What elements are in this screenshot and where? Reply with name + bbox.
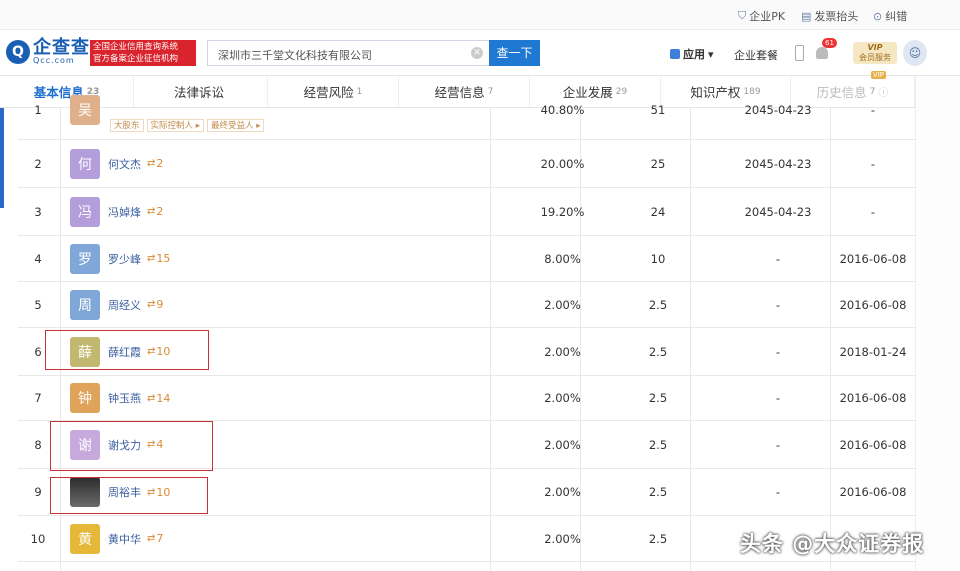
- search-button[interactable]: 查一下: [489, 40, 540, 66]
- shareholder-name[interactable]: 罗少峰: [108, 251, 141, 267]
- package-link[interactable]: 企业套餐: [734, 47, 778, 63]
- relation-icon: ⇄: [147, 158, 156, 169]
- shareholder-avatar[interactable]: 黄: [70, 523, 100, 554]
- notification-badge: 61: [822, 38, 837, 48]
- shareholder-avatar[interactable]: 何: [70, 148, 100, 179]
- logo-subtitle: Qcc.com: [33, 56, 75, 65]
- relation-icon: ⇄: [147, 253, 156, 264]
- correction-link[interactable]: ⊙ 纠错: [873, 8, 907, 24]
- logo-icon: Q: [6, 40, 30, 64]
- shareholder-name[interactable]: 黄中华: [108, 531, 141, 547]
- first-holding-date: 2016-06-08: [839, 485, 907, 499]
- relation-count[interactable]: ⇄ 14: [147, 392, 170, 405]
- table-row: 5 周 周经义 ⇄ 9 2.00% 2.5 - 2016-06-08: [18, 282, 915, 328]
- left-accent: [0, 108, 4, 208]
- watermark: 头条 @大众证券报: [740, 532, 925, 556]
- first-holding-date: 2016-06-08: [839, 251, 907, 266]
- table-row: 3 冯 冯婥烽 ⇄ 2 19.20% 24 2045-04-23 -: [18, 188, 915, 236]
- chevron-down-icon: ▾: [708, 47, 714, 61]
- invoice-icon: ▤: [801, 9, 812, 23]
- first-holding-date: 2016-06-08: [839, 297, 907, 312]
- row-index: 7: [34, 391, 42, 405]
- shareholder-cell: 黄 黄中华 ⇄ 7: [70, 516, 490, 561]
- relation-count[interactable]: ⇄ 9: [147, 298, 163, 311]
- shareholder-cell: 何 何文杰 ⇄ 2: [70, 140, 490, 187]
- first-holding-date: 2016-06-08: [839, 391, 907, 405]
- shareholder-cell: 周 周经义 ⇄ 9: [70, 282, 490, 327]
- highlight-box: [50, 421, 213, 471]
- shareholder-avatar[interactable]: 周: [70, 289, 100, 320]
- pk-link[interactable]: ⛉ 企业PK: [738, 8, 785, 24]
- relation-count[interactable]: ⇄ 7: [147, 532, 163, 545]
- highlight-box: [50, 477, 208, 514]
- table-row: 7 钟 钟玉燕 ⇄ 14 2.00% 2.5 - 2016-06-08: [18, 376, 915, 421]
- phone-icon[interactable]: [795, 45, 804, 61]
- invoice-link[interactable]: ▤ 发票抬头: [801, 8, 858, 24]
- vip-tag: VIP: [870, 71, 886, 79]
- row-index: 5: [34, 297, 42, 312]
- vip-button[interactable]: VIP 会员服务: [853, 42, 897, 64]
- shareholder-avatar[interactable]: 冯: [70, 196, 100, 227]
- user-avatar[interactable]: ☺: [903, 40, 927, 66]
- relation-icon: ⇄: [147, 392, 156, 404]
- pk-icon: ⛉: [738, 9, 747, 22]
- shareholder-cell: 冯 冯婥烽 ⇄ 2: [70, 188, 490, 235]
- shareholder-tag[interactable]: 大股东: [110, 119, 144, 132]
- grid-icon: [670, 49, 680, 59]
- shareholder-tag[interactable]: 最终受益人 ▸: [207, 119, 265, 132]
- relation-icon: ⇄: [147, 299, 156, 310]
- relation-icon: ⇄: [147, 533, 156, 544]
- clear-icon[interactable]: ✕: [471, 47, 483, 59]
- row-index: 3: [34, 204, 42, 219]
- first-holding-date: 2018-01-24: [839, 344, 907, 359]
- header: Q 企查查 Qcc.com 全国企业信用查询系统 官方备案企业征信机构 深圳市三…: [0, 30, 960, 76]
- first-holding-date: -: [870, 102, 876, 117]
- table-row: 1 吴 40.80% 51 2045-04-23 - 大股东 实际控制人 ▸ 最终受益…: [18, 94, 915, 140]
- shareholder-avatar[interactable]: 钟: [70, 383, 100, 413]
- search-input[interactable]: 深圳市三千堂文化科技有限公司: [207, 40, 489, 66]
- highlight-box: [45, 330, 209, 370]
- bell-icon[interactable]: [816, 47, 828, 59]
- shareholder-name[interactable]: 何文杰: [108, 156, 141, 172]
- shareholder-cell: 罗 罗少峰 ⇄ 15: [70, 236, 490, 281]
- first-holding-date: -: [870, 204, 876, 219]
- official-badge: 全国企业信用查询系统 官方备案企业征信机构: [90, 40, 196, 66]
- shareholder-name[interactable]: 冯婥烽: [108, 204, 141, 220]
- relation-count[interactable]: ⇄ 2: [147, 157, 163, 170]
- correction-icon: ⊙: [873, 9, 883, 23]
- table-row: 4 罗 罗少峰 ⇄ 15 8.00% 10 - 2016-06-08: [18, 236, 915, 282]
- first-holding-date: -: [870, 156, 876, 171]
- shareholder-avatar[interactable]: 吴: [70, 94, 100, 125]
- top-bar: ⛉ 企业PK ▤ 发票抬头 ⊙ 纠错: [0, 0, 960, 30]
- table-row: 2 何 何文杰 ⇄ 2 20.00% 25 2045-04-23 -: [18, 140, 915, 188]
- shareholder-tag[interactable]: 实际控制人 ▸: [146, 119, 204, 132]
- row-index: 1: [34, 102, 42, 117]
- shareholder-tags: 大股东 实际控制人 ▸ 最终受益人 ▸: [110, 119, 265, 132]
- row-index: 4: [34, 251, 42, 266]
- row-index: 10: [30, 531, 46, 546]
- app-menu-button[interactable]: 应用 ▾: [670, 46, 714, 62]
- logo[interactable]: Q 企查查 Qcc.com: [6, 39, 90, 65]
- relation-icon: ⇄: [147, 206, 156, 217]
- first-holding-date: 2016-06-08: [839, 437, 907, 452]
- shareholder-cell: 钟 钟玉燕 ⇄ 14: [70, 376, 490, 420]
- logo-title: 企查查: [33, 37, 90, 58]
- relation-count[interactable]: ⇄ 2: [147, 205, 163, 218]
- shareholder-name[interactable]: 钟玉燕: [108, 390, 141, 406]
- row-index: 2: [34, 156, 42, 171]
- relation-count[interactable]: ⇄ 15: [147, 252, 170, 265]
- shareholder-name[interactable]: 周经义: [108, 297, 141, 313]
- shareholder-avatar[interactable]: 罗: [70, 243, 100, 274]
